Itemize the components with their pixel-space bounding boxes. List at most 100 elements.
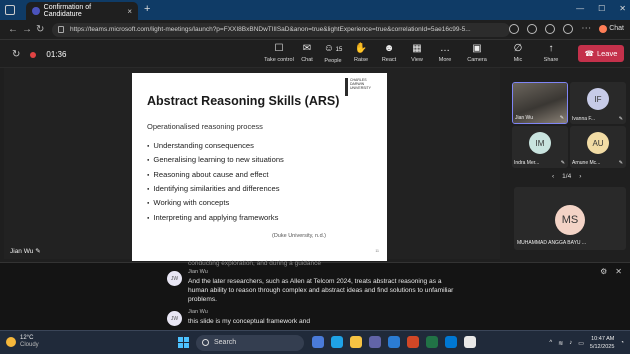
tab-actions-icon[interactable] [5, 5, 15, 15]
control-label: Camera [467, 57, 487, 63]
participant-avatar: IF [587, 88, 609, 110]
excel-icon[interactable] [426, 336, 438, 348]
mic-off-icon: ∅ [513, 43, 523, 54]
lock-icon [58, 26, 64, 33]
caption-text: this slide is my conceptual framework an… [188, 318, 311, 325]
url-input[interactable]: https://teams.microsoft.com/light-meetin… [52, 23, 510, 37]
control-label: Take control [264, 57, 294, 63]
participant-avatar: IM [529, 132, 551, 154]
weather-temp: 12°C [20, 335, 34, 341]
control-label: Share [543, 57, 559, 63]
battery-icon[interactable]: ▭ [578, 340, 584, 347]
take-control-button[interactable]: ☐ Take control [264, 43, 294, 63]
control-label: Chat [301, 57, 313, 63]
weather-icon [6, 337, 16, 347]
clock-date: 5/12/2025 [589, 344, 615, 350]
presenter-name: Jian Wu [10, 248, 34, 255]
notifications-icon[interactable]: ◔ [620, 340, 624, 346]
caption-settings-icon[interactable]: ⚙ [600, 267, 607, 276]
slide-bullet: Interpreting and applying frameworks [147, 211, 284, 225]
minimize-icon[interactable]: — [576, 4, 584, 13]
copilot-chat-button[interactable]: Chat [599, 24, 624, 33]
slide-bullet: Reasoning about cause and effect [147, 168, 284, 182]
tab-close-icon[interactable]: × [127, 7, 132, 16]
people-icon: ☺ 15 [323, 43, 343, 54]
new-tab-button[interactable]: + [144, 3, 150, 15]
slide-title: Abstract Reasoning Skills (ARS) [147, 94, 340, 108]
caption-text: And the later researchers, such as Allen… [188, 278, 454, 303]
react-button[interactable]: ☻ React [374, 43, 404, 63]
participant-tile[interactable]: AU Arnune Mc... ✎ [570, 126, 626, 168]
pager-prev-icon[interactable]: ‹ [552, 173, 554, 180]
participant-name: Ivanna F... [572, 116, 596, 122]
more-icon: … [440, 43, 450, 54]
task-view-icon[interactable] [312, 336, 324, 348]
university-logo: CHARLES DARWIN UNIVERSITY [345, 78, 373, 96]
forward-icon[interactable]: → [22, 24, 32, 35]
file-explorer-icon[interactable] [350, 336, 362, 348]
taskbar-search[interactable]: Search [196, 335, 304, 351]
mic-muted-icon: ✎ [618, 116, 623, 122]
window-controls: — ☐ ✕ [576, 4, 626, 13]
control-label: People [324, 58, 342, 64]
settings-icon[interactable] [464, 336, 476, 348]
weather-widget[interactable]: 12°C Cloudy [6, 335, 39, 349]
recording-icon [30, 51, 37, 58]
hangup-icon: ☎ [584, 49, 594, 58]
participant-tile-large[interactable]: MS MUHAMMAD ANGGA BAYU ... [514, 187, 626, 250]
camera-button[interactable]: ▣ Camera [462, 43, 492, 63]
edge-icon[interactable] [331, 336, 343, 348]
start-button[interactable] [178, 337, 189, 348]
browser-toolbar-right: ⋯ Chat [509, 23, 624, 34]
mic-muted-icon: ✎ [618, 160, 623, 166]
participant-tile[interactable]: IF Ivanna F... ✎ [570, 82, 626, 124]
slide-bullet-list: Understanding consequencesGeneralising l… [147, 139, 284, 225]
chat-label: Chat [609, 25, 624, 32]
refresh-icon[interactable]: ↻ [36, 24, 44, 35]
outlook-icon[interactable] [445, 336, 457, 348]
back-icon[interactable]: ← [8, 24, 18, 35]
word-icon[interactable] [388, 336, 400, 348]
profile-icon[interactable] [563, 23, 574, 34]
slide-bullet: Understanding consequences [147, 139, 284, 153]
search-placeholder: Search [214, 339, 237, 346]
collections-icon[interactable] [545, 23, 556, 34]
copilot-icon [599, 24, 608, 33]
raise-hand-icon: ✋ [354, 43, 368, 54]
meeting-toolbar: ↻ 01:36 ☐ Take control ✉ Chat ☺ 15 People ✋ Rai… [0, 40, 630, 68]
caption-close-icon[interactable]: ✕ [615, 267, 622, 276]
tray-chevron-icon[interactable]: ^ [549, 340, 552, 346]
meeting-refresh-icon[interactable]: ↻ [12, 49, 20, 60]
window-close-icon[interactable]: ✕ [619, 4, 626, 13]
extensions-icon[interactable] [509, 23, 520, 34]
maximize-icon[interactable]: ☐ [598, 4, 605, 13]
weather-desc: Cloudy [20, 342, 39, 348]
browser-tab[interactable]: Confirmation of Candidature × [26, 2, 138, 20]
gallery-pager: ‹ 1/4 › [552, 173, 581, 180]
people-button[interactable]: ☺ 15 People [318, 43, 348, 64]
tab-title: Confirmation of Candidature [43, 4, 92, 18]
react-icon: ☻ [383, 43, 395, 54]
view-button[interactable]: ▦ View [402, 43, 432, 63]
system-tray: ^ ≋ ♪ ▭ 10:47 AM 5/12/2025 ◔ [549, 335, 624, 351]
favorites-icon[interactable] [527, 23, 538, 34]
slide-bullet: Identifying similarities and differences [147, 182, 284, 196]
browser-tab-bar: Confirmation of Candidature × + — ☐ ✕ [0, 0, 630, 20]
wifi-icon[interactable]: ≋ [558, 340, 563, 347]
browser-menu-icon[interactable]: ⋯ [581, 23, 591, 34]
leave-button[interactable]: ☎ Leave [578, 45, 624, 62]
share-button[interactable]: ↑ Share [536, 43, 566, 63]
pager-next-icon[interactable]: › [579, 173, 581, 180]
teams-icon[interactable] [369, 336, 381, 348]
control-label: React [381, 57, 397, 63]
more-button[interactable]: … More [430, 43, 460, 63]
raise-button[interactable]: ✋ Raise [346, 43, 376, 63]
taskbar-clock[interactable]: 10:47 AM 5/12/2025 [590, 335, 614, 351]
leave-label: Leave [596, 49, 618, 58]
volume-icon[interactable]: ♪ [569, 340, 572, 346]
participant-tile[interactable]: IM Indra Mer... ✎ [512, 126, 568, 168]
participant-tile[interactable]: Jian Wu ✎ [512, 82, 568, 124]
powerpoint-icon[interactable] [407, 336, 419, 348]
url-text: https://teams.microsoft.com/light-meetin… [70, 26, 471, 33]
mic-button[interactable]: ∅ Mic [503, 43, 533, 63]
